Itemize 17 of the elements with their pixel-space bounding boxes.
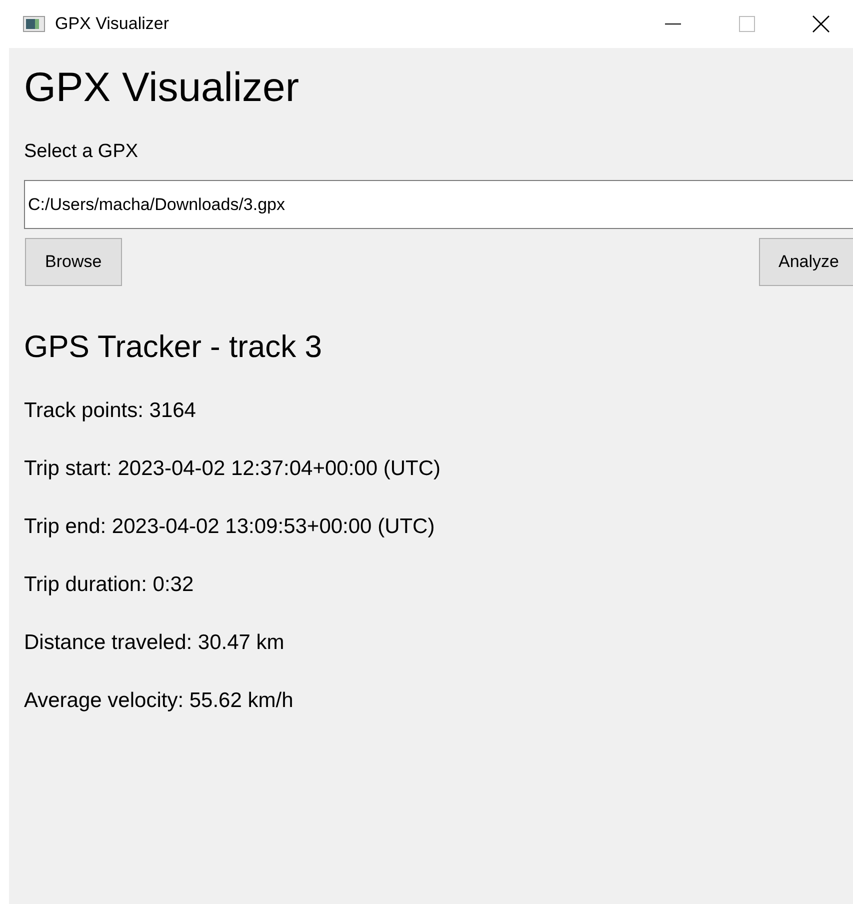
app-icon xyxy=(23,16,45,32)
stat-line: Distance traveled: 30.47 km xyxy=(24,630,286,655)
file-path-field[interactable]: C:/Users/macha/Downloads/3.gpx xyxy=(24,180,853,229)
track-title: GPS Tracker - track 3 xyxy=(24,329,324,365)
app-heading: GPX Visualizer xyxy=(24,63,300,112)
window-title: GPX Visualizer xyxy=(55,14,170,34)
analyze-button[interactable]: Analyze xyxy=(758,238,853,286)
stat-line: Trip end: 2023-04-02 13:09:53+00:00 (UTC) xyxy=(24,514,436,539)
close-icon xyxy=(812,15,830,33)
file-label: Select a GPX xyxy=(24,141,140,163)
minimize-icon xyxy=(665,23,681,25)
browse-button[interactable]: Browse xyxy=(25,238,122,286)
stat-line: Track points: 3164 xyxy=(24,398,197,423)
stat-line: Average velocity: 55.62 km/h xyxy=(24,688,294,713)
maximize-icon xyxy=(739,16,755,32)
stat-line: Trip duration: 0:32 xyxy=(24,572,195,597)
stat-line: Trip start: 2023-04-02 12:37:04+00:00 (UTC) xyxy=(24,456,442,481)
